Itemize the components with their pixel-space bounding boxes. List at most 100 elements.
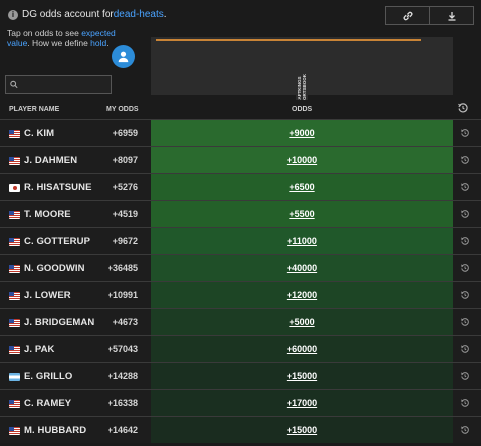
my-odds-value: +9672: [112, 236, 138, 246]
odds-value[interactable]: +15000: [287, 425, 317, 435]
table-row: J. BRIDGEMAN +4673 +5000: [0, 308, 481, 335]
player-name-text: N. GOODWIN: [24, 263, 85, 274]
odds-cell[interactable]: +5500: [151, 201, 453, 227]
history-icon[interactable]: [457, 102, 469, 114]
history-icon[interactable]: [460, 209, 470, 219]
player-name[interactable]: J. BRIDGEMAN: [9, 317, 94, 328]
search-icon: [10, 80, 18, 89]
search-input[interactable]: [21, 79, 111, 90]
table-row: M. HUBBARD +14642 +15000: [0, 416, 481, 443]
odds-cell[interactable]: +15000: [151, 417, 453, 443]
player-name[interactable]: J. LOWER: [9, 290, 71, 301]
my-odds-value: +57043: [107, 344, 138, 354]
odds-cell[interactable]: +10000: [151, 147, 453, 173]
player-name-text: M. HUBBARD: [24, 425, 87, 436]
odds-cell[interactable]: +15000: [151, 363, 453, 389]
player-name[interactable]: N. GOODWIN: [9, 263, 85, 274]
odds-value[interactable]: +12000: [287, 290, 317, 300]
download-button[interactable]: [430, 6, 474, 25]
table-row: T. MOORE +4519 +5500: [0, 200, 481, 227]
us-flag-icon: [9, 291, 20, 300]
player-name[interactable]: C. KIM: [9, 128, 54, 139]
odds-header[interactable]: ODDS: [292, 106, 312, 113]
history-icon[interactable]: [460, 182, 470, 192]
ar-flag-icon: [9, 372, 20, 381]
info-icon: i: [8, 9, 18, 20]
odds-cell[interactable]: +6500: [151, 174, 453, 200]
tap-note-prefix: Tap on odds to see: [7, 28, 82, 38]
us-flag-icon: [9, 237, 20, 246]
user-avatar-icon[interactable]: [112, 45, 135, 68]
player-name[interactable]: C. RAMEY: [9, 398, 71, 409]
sportsbook-color-strip: [156, 39, 421, 41]
notice-prefix: DG odds account for: [22, 9, 114, 20]
history-icon[interactable]: [460, 128, 470, 138]
player-name[interactable]: E. GRILLO: [9, 371, 72, 382]
odds-value[interactable]: +11000: [287, 236, 317, 246]
odds-value[interactable]: +10000: [287, 155, 317, 165]
table-row: R. HISATSUNE +5276 +6500: [0, 173, 481, 200]
odds-value[interactable]: +5000: [289, 317, 314, 327]
player-name-text: J. LOWER: [24, 290, 71, 301]
search-box[interactable]: [5, 75, 112, 94]
history-icon[interactable]: [460, 290, 470, 300]
player-name-text: J. BRIDGEMAN: [24, 317, 95, 328]
odds-value[interactable]: +40000: [287, 263, 317, 273]
player-name[interactable]: J. DAHMEN: [9, 155, 77, 166]
player-name-text: C. KIM: [24, 128, 55, 139]
user-icon: [118, 51, 129, 63]
player-name[interactable]: R. HISATSUNE: [9, 182, 92, 193]
odds-value[interactable]: +5500: [289, 209, 314, 219]
my-odds-value: +14288: [107, 371, 138, 381]
history-icon[interactable]: [460, 317, 470, 327]
odds-cell[interactable]: +60000: [151, 336, 453, 362]
player-name[interactable]: M. HUBBARD: [9, 425, 86, 436]
odds-value[interactable]: +6500: [289, 182, 314, 192]
copy-link-button[interactable]: [385, 6, 430, 25]
history-icon[interactable]: [460, 263, 470, 273]
player-name[interactable]: C. GOTTERUP: [9, 236, 90, 247]
player-name-text: E. GRILLO: [24, 371, 73, 382]
dead-heats-link[interactable]: dead-heats: [114, 9, 164, 20]
table-row: C. KIM +6959 +9000: [0, 119, 481, 146]
odds-cell[interactable]: +9000: [151, 120, 453, 146]
hold-link[interactable]: hold: [90, 38, 106, 48]
player-name[interactable]: T. MOORE: [9, 209, 71, 220]
odds-cell[interactable]: +5000: [151, 309, 453, 335]
notice-suffix: .: [163, 9, 167, 20]
value-link[interactable]: value: [7, 38, 27, 48]
my-odds-value: +14642: [107, 425, 138, 435]
sportsbook-column-header[interactable]: DRAFTKINGS SPORTSBOOK: [151, 37, 453, 106]
my-odds-value: +4673: [112, 317, 138, 327]
history-icon[interactable]: [460, 371, 470, 381]
odds-value[interactable]: +15000: [287, 371, 317, 381]
my-odds-value: +4519: [112, 209, 138, 219]
us-flag-icon: [9, 210, 20, 219]
us-flag-icon: [9, 129, 20, 138]
odds-cell[interactable]: +17000: [151, 390, 453, 416]
odds-value[interactable]: +9000: [289, 128, 314, 138]
player-name-header[interactable]: PLAYER NAME: [9, 106, 59, 113]
odds-cell[interactable]: +40000: [151, 255, 453, 281]
table-row: J. DAHMEN +8097 +10000: [0, 146, 481, 173]
my-odds-value: +36485: [107, 263, 138, 273]
history-icon[interactable]: [460, 155, 470, 165]
us-flag-icon: [9, 426, 20, 435]
my-odds-header[interactable]: MY ODDS: [106, 106, 139, 113]
player-name[interactable]: J. PAK: [9, 344, 55, 355]
odds-value[interactable]: +60000: [287, 344, 317, 354]
toolbar-buttons: [385, 6, 474, 25]
history-icon[interactable]: [460, 344, 470, 354]
history-icon[interactable]: [460, 398, 470, 408]
odds-cell[interactable]: +12000: [151, 282, 453, 308]
history-icon[interactable]: [460, 236, 470, 246]
odds-cell[interactable]: +11000: [151, 228, 453, 254]
table-row: C. GOTTERUP +9672 +11000: [0, 227, 481, 254]
link-icon: [403, 11, 412, 20]
my-odds-value: +5276: [112, 182, 138, 192]
history-icon[interactable]: [460, 425, 470, 435]
us-flag-icon: [9, 156, 20, 165]
us-flag-icon: [9, 399, 20, 408]
odds-value[interactable]: +17000: [287, 398, 317, 408]
expected-link[interactable]: expected: [81, 28, 116, 38]
